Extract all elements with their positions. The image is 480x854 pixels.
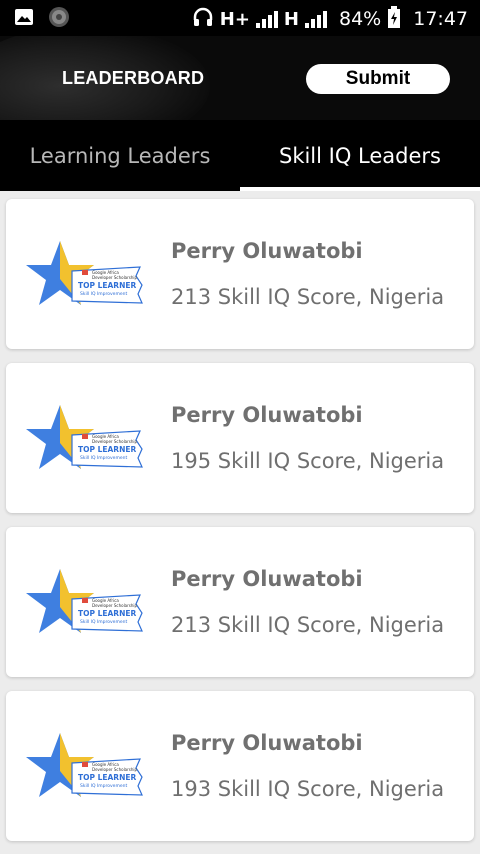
leader-details: 195 Skill IQ Score, Nigeria [171,449,445,473]
signal-icon [255,10,278,28]
star-badge-icon: Google Africa Developer Scholarship TOP … [20,239,144,309]
battery-percent: 84% [339,8,382,30]
clock: 17:47 [413,8,468,30]
settings-dial-icon [48,6,70,33]
leader-details: 193 Skill IQ Score, Nigeria [171,777,445,801]
list-item[interactable]: Google Africa Developer Scholarship TOP … [6,363,474,513]
leader-details: 213 Skill IQ Score, Nigeria [171,613,445,637]
star-badge-icon: Google Africa Developer Scholarship TOP … [20,403,144,473]
star-badge-icon: Google Africa Developer Scholarship TOP … [20,731,144,801]
tab-learning-leaders[interactable]: Learning Leaders [0,120,240,191]
status-bar: H+ H 84% 17:47 [0,0,480,36]
network-type-1: H+ [219,8,250,30]
badge-title: TOP LEARNER [78,609,136,618]
badge-subtitle: Skill IQ Improvement [80,455,127,461]
network-type-2: H [283,8,299,30]
battery-charging-icon [387,6,401,32]
page-title: LEADERBOARD [62,68,205,88]
app-header: LEADERBOARD Submit [0,36,480,120]
signal-icon [305,10,327,28]
submit-button[interactable]: Submit [306,64,450,94]
tab-skill-iq-leaders[interactable]: Skill IQ Leaders [240,120,480,191]
badge-title: TOP LEARNER [78,445,136,454]
leader-name: Perry Oluwatobi [171,403,363,427]
badge-title: TOP LEARNER [78,281,136,290]
headphones-icon [192,6,214,32]
badge-title: TOP LEARNER [78,773,136,782]
leader-name: Perry Oluwatobi [171,567,363,591]
badge-line2: Developer Scholarship [92,439,138,444]
badge-line2: Developer Scholarship [92,275,138,280]
list-item[interactable]: Google Africa Developer Scholarship TOP … [6,199,474,349]
star-badge-icon: Google Africa Developer Scholarship TOP … [20,567,144,637]
badge-line2: Developer Scholarship [92,767,138,772]
badge-subtitle: Skill IQ Improvement [80,291,127,297]
leader-name: Perry Oluwatobi [171,239,363,263]
leader-name: Perry Oluwatobi [171,731,363,755]
badge-subtitle: Skill IQ Improvement [80,619,127,625]
image-icon [14,7,34,32]
tab-bar: Learning Leaders Skill IQ Leaders [0,120,480,191]
badge-line2: Developer Scholarship [92,603,138,608]
leader-details: 213 Skill IQ Score, Nigeria [171,285,445,309]
list-item[interactable]: Google Africa Developer Scholarship TOP … [6,691,474,841]
badge-subtitle: Skill IQ Improvement [80,783,127,789]
list-item[interactable]: Google Africa Developer Scholarship TOP … [6,527,474,677]
